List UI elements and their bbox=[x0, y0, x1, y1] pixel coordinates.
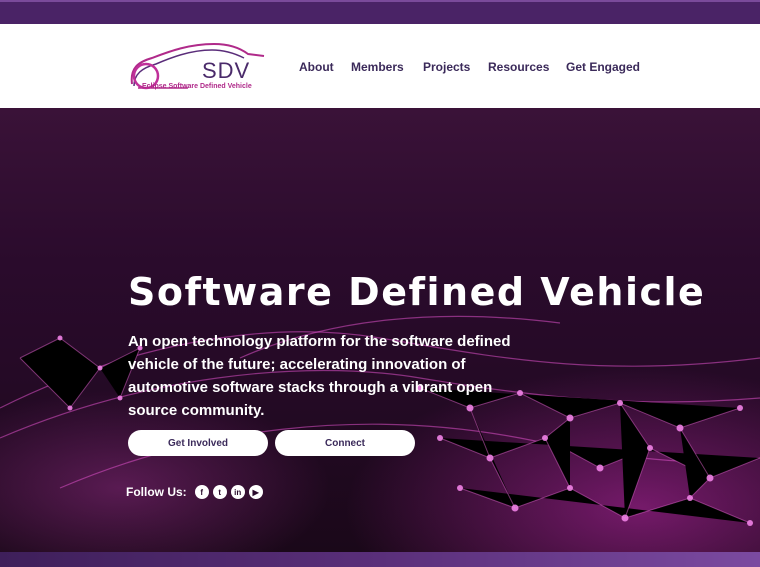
facebook-icon[interactable]: f bbox=[194, 485, 209, 499]
site-header: SDV Eclipse Software Defined Vehicle Abo… bbox=[0, 24, 760, 108]
youtube-icon[interactable]: ▶ bbox=[248, 485, 263, 499]
logo-sdv-text: SDV bbox=[202, 58, 251, 83]
hero-section: Software Defined Vehicle An open technol… bbox=[0, 108, 760, 552]
follow-us: Follow Us: f t in ▶ bbox=[126, 485, 263, 499]
linkedin-icon[interactable]: in bbox=[230, 485, 245, 499]
sdv-logo[interactable]: SDV Eclipse Software Defined Vehicle bbox=[128, 38, 268, 100]
logo-subtitle: Eclipse Software Defined Vehicle bbox=[142, 83, 252, 90]
nav-projects[interactable]: Projects bbox=[423, 60, 470, 74]
get-involved-button[interactable]: Get Involved bbox=[128, 430, 268, 456]
connect-button[interactable]: Connect bbox=[275, 430, 415, 456]
hero-title: Software Defined Vehicle bbox=[128, 270, 706, 314]
top-bar bbox=[0, 0, 760, 24]
nav-get-engaged[interactable]: Get Engaged bbox=[566, 60, 640, 74]
bottom-bar bbox=[0, 552, 760, 567]
nav-members[interactable]: Members bbox=[351, 60, 404, 74]
nav-resources[interactable]: Resources bbox=[488, 60, 549, 74]
nav-about[interactable]: About bbox=[299, 60, 334, 74]
follow-us-label: Follow Us: bbox=[126, 485, 187, 499]
hero-description: An open technology platform for the soft… bbox=[128, 333, 511, 419]
twitter-icon[interactable]: t bbox=[212, 485, 227, 499]
